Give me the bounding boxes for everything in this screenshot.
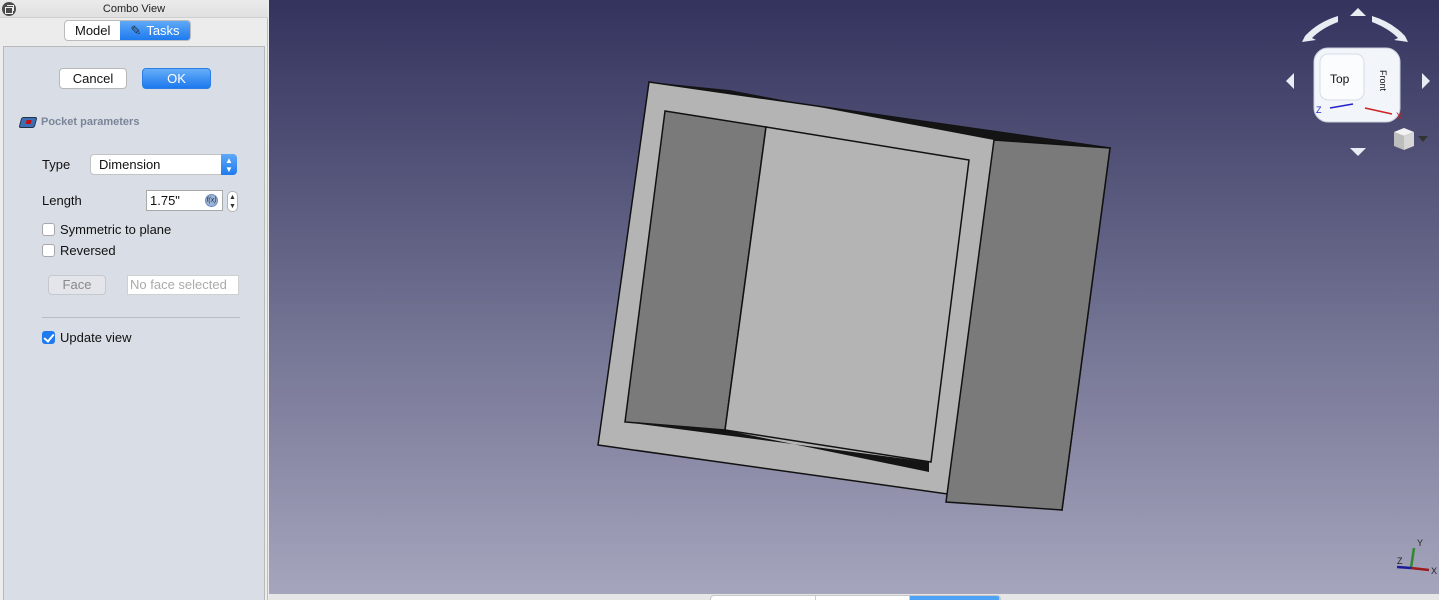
update-view-checkbox[interactable]	[42, 331, 55, 344]
axis-z-label: Z	[1397, 556, 1403, 566]
tab-tasks-label: Tasks	[146, 23, 180, 38]
type-select-value: Dimension	[99, 157, 161, 172]
pocket-model[interactable]	[269, 0, 1439, 594]
combo-view-panel: Combo View Model ✎ Tasks Cancel OK Pocket…	[0, 0, 268, 600]
face-selection-field[interactable]: No face selected	[127, 275, 239, 295]
rotate-left-arrow-icon[interactable]	[1302, 16, 1338, 42]
length-value: 1.75"	[150, 193, 180, 208]
cube-x-label: X	[1396, 111, 1402, 121]
cube-z-label: Z	[1316, 105, 1322, 115]
axis-x-line	[1410, 566, 1430, 572]
cube-face-front-label: Front	[1378, 70, 1388, 92]
reversed-label: Reversed	[60, 243, 116, 258]
pan-right-arrow-icon[interactable]	[1422, 73, 1430, 89]
3d-viewport[interactable]: Top Front Z X Y X Z	[269, 0, 1439, 594]
view-tab-1[interactable]	[711, 596, 816, 600]
length-spinner[interactable]: ▲ ▼	[227, 191, 238, 212]
tab-model-label: Model	[75, 23, 111, 38]
expression-icon[interactable]: f(x)	[205, 194, 218, 207]
type-label: Type	[42, 157, 71, 172]
cancel-button[interactable]: Cancel	[59, 68, 127, 89]
update-view-label: Update view	[60, 330, 132, 345]
pocket-icon	[18, 116, 38, 128]
tab-tasks[interactable]: ✎ Tasks	[120, 21, 190, 40]
model-pocket-floor[interactable]	[724, 126, 970, 463]
update-view-row: Update view	[42, 330, 132, 345]
pocket-parameters-header[interactable]: Pocket parameters	[18, 116, 140, 128]
symmetric-to-plane-checkbox[interactable]	[42, 223, 55, 236]
view-tab-2[interactable]	[816, 596, 910, 600]
reversed-row: Reversed	[42, 243, 116, 258]
select-chevron-icon: ▲ ▼	[221, 154, 237, 175]
combo-tabbar: Model ✎ Tasks	[64, 20, 191, 41]
ok-button[interactable]: OK	[142, 68, 211, 89]
type-select[interactable]: Dimension ▲ ▼	[90, 154, 237, 175]
cube-face-top-label: Top	[1330, 72, 1350, 86]
length-input[interactable]: 1.75" f(x)	[146, 190, 223, 211]
axis-indicator: Y X Z	[1396, 538, 1437, 576]
view-menu-cube-icon[interactable]	[1394, 128, 1414, 150]
navigation-cube[interactable]: Top Front Z X	[1280, 4, 1430, 164]
face-button[interactable]: Face	[48, 275, 106, 295]
axis-z-line	[1396, 565, 1412, 570]
pan-down-arrow-icon[interactable]	[1350, 148, 1366, 156]
axis-x-label: X	[1431, 566, 1437, 576]
rotate-right-arrow-icon[interactable]	[1372, 16, 1408, 42]
view-tab-3[interactable]	[910, 596, 1000, 600]
symmetric-to-plane-row: Symmetric to plane	[42, 222, 171, 237]
pan-up-arrow-icon[interactable]	[1350, 8, 1366, 16]
length-label: Length	[42, 193, 82, 208]
view-menu-dropdown-icon[interactable]	[1418, 136, 1428, 142]
reversed-checkbox[interactable]	[42, 244, 55, 257]
divider	[42, 317, 240, 318]
tab-model[interactable]: Model	[65, 21, 120, 40]
pan-left-arrow-icon[interactable]	[1286, 73, 1294, 89]
combo-view-title: Combo View	[0, 0, 268, 18]
axis-y-label: Y	[1417, 538, 1423, 548]
symmetric-to-plane-label: Symmetric to plane	[60, 222, 172, 237]
view-tabbar	[710, 595, 1001, 600]
undock-icon[interactable]	[2, 2, 16, 16]
pocket-parameters-title: Pocket parameters	[41, 116, 140, 128]
axis-y-line	[1409, 547, 1416, 569]
task-panel: Cancel OK Pocket parameters Type Dimensi…	[3, 46, 265, 600]
pencil-icon: ✎	[130, 23, 142, 38]
